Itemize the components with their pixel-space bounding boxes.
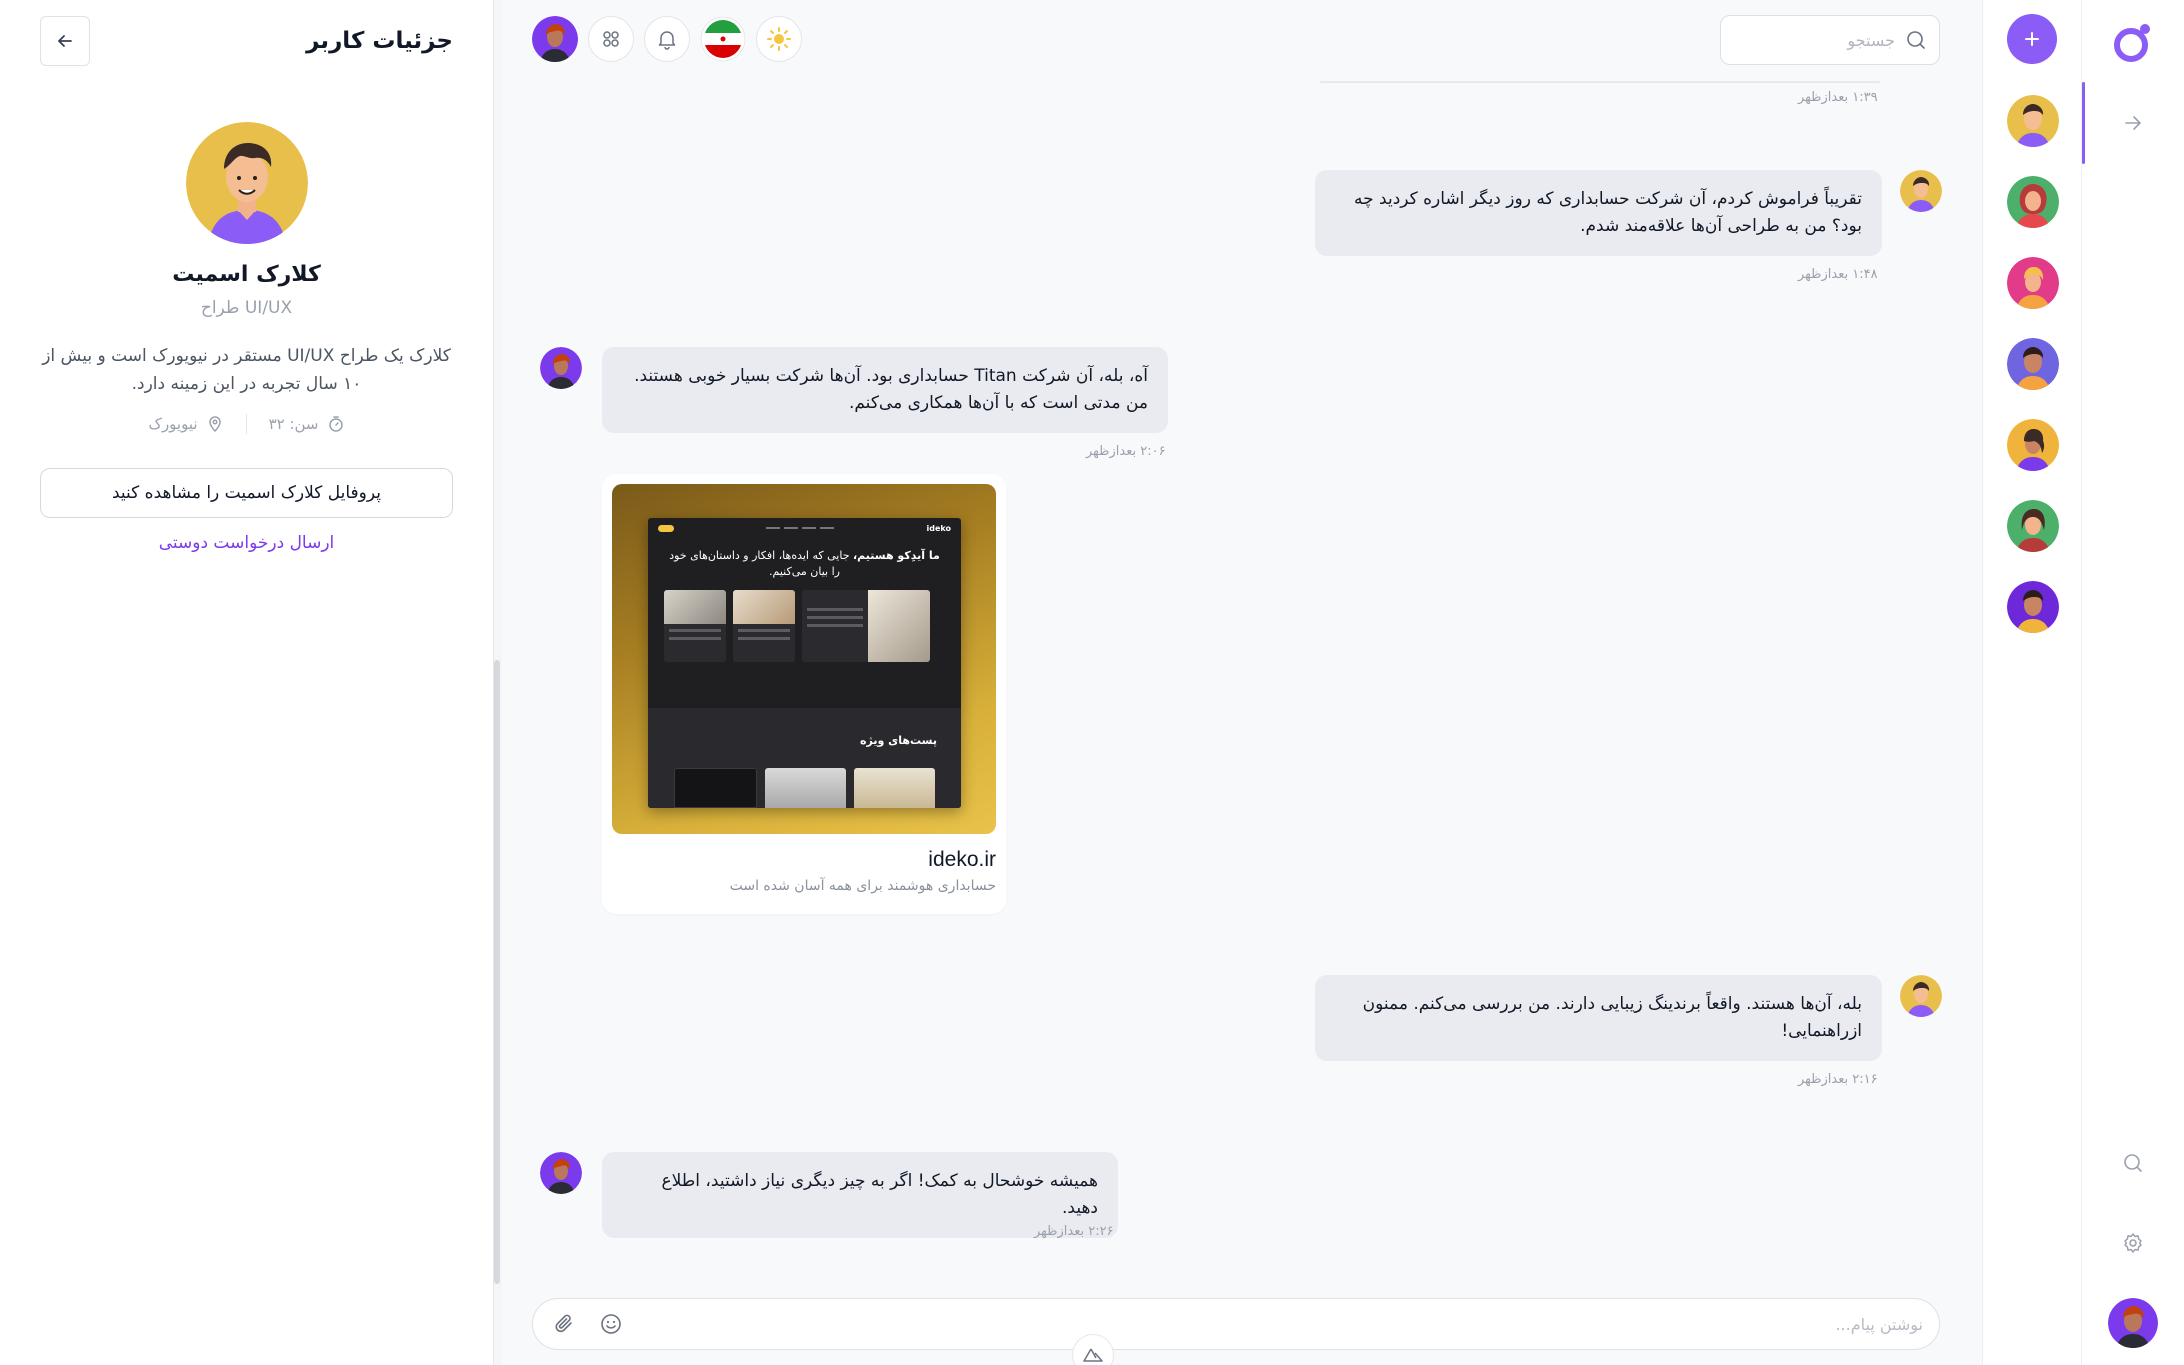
age-text: سن: ۳۲ xyxy=(268,415,319,433)
search-input[interactable] xyxy=(1745,30,1895,50)
site-logo: ideko xyxy=(926,523,952,533)
attach-button[interactable] xyxy=(549,1308,581,1340)
site-card xyxy=(664,590,726,662)
view-profile-button[interactable]: پروفایل کلارک اسمیت را مشاهده کنید xyxy=(40,468,453,518)
bell-icon xyxy=(658,31,676,50)
emoji-icon xyxy=(601,1314,621,1334)
site-hero-bold: ما آیدِکو هستیم، xyxy=(853,549,940,562)
gear-icon xyxy=(2124,1233,2142,1253)
topbar-actions xyxy=(532,16,802,62)
rail-search-button[interactable] xyxy=(2114,1144,2152,1182)
search-icon xyxy=(2124,1154,2142,1172)
message-bubble: تقریباً فراموش کردم، آن شرکت حسابداری که… xyxy=(1315,170,1882,256)
site-card xyxy=(802,590,930,662)
site-featured: پست‌های ویژه xyxy=(648,708,961,808)
logo-icon xyxy=(2114,24,2150,62)
details-header: جزئیات کاربر xyxy=(40,16,453,66)
contact-avatar[interactable] xyxy=(2007,419,2059,471)
sender-avatar xyxy=(540,1152,582,1194)
sender-avatar xyxy=(1900,975,1942,1017)
message-time: ۲:۱۶ بعدازظهر xyxy=(1798,1072,1878,1087)
settings-button[interactable] xyxy=(2114,1224,2152,1262)
contact-avatar[interactable] xyxy=(2007,95,2059,147)
search-box[interactable] xyxy=(1720,15,1940,65)
profile-role: طراح UI/UX xyxy=(200,298,293,318)
message-bubble: آه، بله، آن شرکت Titan حسابداری بود. آن‌… xyxy=(602,347,1168,433)
site-menu xyxy=(766,527,835,529)
site-card xyxy=(733,590,795,662)
iran-flag-icon xyxy=(700,16,746,62)
site-hero-rest: جایی که ایده‌ها، افکار و داستان‌های خود … xyxy=(669,549,853,578)
message-composer[interactable] xyxy=(532,1298,1940,1350)
meta-divider xyxy=(245,414,247,434)
apps-button[interactable] xyxy=(588,16,634,62)
site-section-title: پست‌های ویژه xyxy=(860,734,937,747)
contact-avatar[interactable] xyxy=(2007,500,2059,552)
age-icon xyxy=(328,416,343,432)
site-nav: ideko xyxy=(648,518,961,538)
profile-bio: کلارک یک طراح UI/UX مستقر در نیویورک است… xyxy=(42,346,451,394)
message-input[interactable] xyxy=(641,1314,1923,1334)
sender-avatar xyxy=(1900,170,1942,212)
back-arrow-icon xyxy=(58,35,72,47)
app-logo[interactable] xyxy=(2110,20,2156,66)
details-title: جزئیات کاربر xyxy=(306,28,453,54)
sun-icon xyxy=(767,27,791,51)
location-pin-icon xyxy=(208,416,221,433)
back-button[interactable] xyxy=(40,16,90,66)
message-time: ۱:۴۸ بعدازظهر xyxy=(1798,267,1878,282)
previous-message-edge xyxy=(1320,81,1880,83)
link-domain[interactable]: ideko.ir xyxy=(612,848,996,872)
details-scroll-thumb[interactable] xyxy=(494,660,500,1284)
message-time: ۱:۳۹ بعدازظهر xyxy=(1798,90,1878,105)
plus-icon xyxy=(2025,32,2039,46)
profile-avatar xyxy=(186,122,308,244)
arrow-right-icon xyxy=(2125,116,2141,130)
contact-avatar[interactable] xyxy=(2007,338,2059,390)
rail-active-indicator xyxy=(2082,82,2085,164)
location-text: نیویورک xyxy=(148,415,198,433)
emoji-button[interactable] xyxy=(595,1308,627,1340)
site-thumbs xyxy=(674,768,935,808)
message-time: ۲:۲۶ بعدازظهر xyxy=(1034,1224,1114,1239)
message-time: ۲:۰۶ بعدازظهر xyxy=(1086,444,1166,459)
link-description: حسابداری هوشمند برای همه آسان شده است xyxy=(729,878,996,894)
search-icon xyxy=(1907,31,1925,49)
add-chat-button[interactable] xyxy=(2007,14,2057,64)
link-preview-image: ideko ما آیدِکو هستیم، جایی که ایده‌ها، … xyxy=(612,484,996,834)
website-screenshot: ideko ما آیدِکو هستیم، جایی که ایده‌ها، … xyxy=(648,518,961,808)
account-avatar[interactable] xyxy=(2108,1298,2158,1348)
meta-location: نیویورک xyxy=(149,415,224,433)
site-cards xyxy=(648,590,961,662)
profile-name: کلارک اسمیت xyxy=(172,262,321,287)
link-preview-card[interactable]: ideko ما آیدِکو هستیم، جایی که ایده‌ها، … xyxy=(602,474,1006,914)
contact-avatar[interactable] xyxy=(2007,257,2059,309)
profile-meta: سن: ۳۲ نیویورک xyxy=(0,414,493,434)
sender-avatar xyxy=(540,347,582,389)
contact-avatar[interactable] xyxy=(2007,581,2059,633)
chat-area: ۱:۳۹ بعدازظهر تقریباً فراموش کردم، آن شر… xyxy=(502,0,1982,1365)
attach-icon xyxy=(555,1314,572,1333)
apps-grid-icon xyxy=(603,31,619,47)
contacts-column xyxy=(1982,0,2082,1365)
nuxt-icon xyxy=(1083,1348,1103,1362)
user-details-panel: جزئیات کاربر کلارک اسمیت طراح UI/UX کلار… xyxy=(0,0,494,1365)
send-friend-request-link[interactable]: ارسال درخواست دوستی xyxy=(0,533,493,553)
site-pill xyxy=(658,524,674,532)
meta-age: سن: ۳۲ xyxy=(269,415,345,433)
language-button[interactable] xyxy=(700,16,746,62)
message-bubble: بله، آن‌ها هستند. واقعاً برندینگ زیبایی … xyxy=(1315,975,1882,1061)
expand-button[interactable] xyxy=(2114,104,2152,142)
notifications-button[interactable] xyxy=(644,16,690,62)
site-hero-text: ما آیدِکو هستیم، جایی که ایده‌ها، افکار … xyxy=(648,548,961,580)
contact-avatar[interactable] xyxy=(2007,176,2059,228)
theme-toggle-button[interactable] xyxy=(756,16,802,62)
app-rail xyxy=(2082,0,2184,1365)
current-user-avatar[interactable] xyxy=(532,16,578,62)
